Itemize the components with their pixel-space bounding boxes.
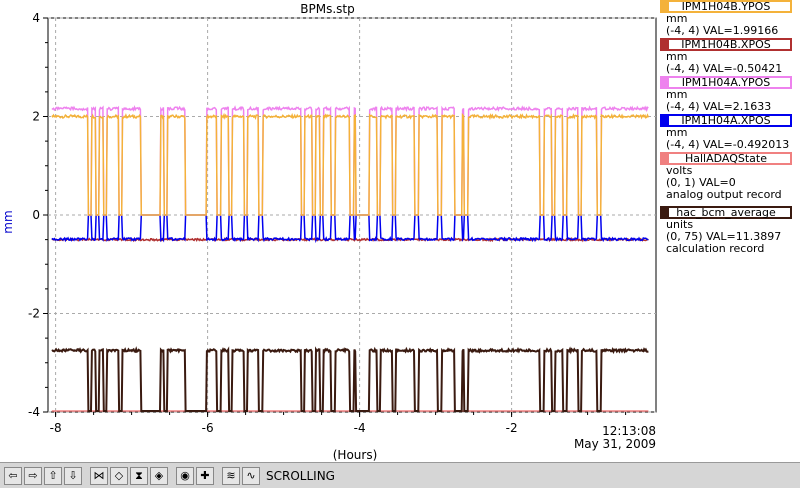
- legend-button[interactable]: hac_bcm_average: [660, 206, 792, 219]
- x-tick-label: -2: [506, 421, 518, 435]
- legend-range-val: (-4, 4) VAL=1.99166: [666, 24, 779, 37]
- legend-name: HallADAQState: [684, 152, 768, 165]
- legend-range-val: (-4, 4) VAL=2.1633: [666, 100, 772, 113]
- legend-entry: IPM1H04B.XPOS mm (-4, 4) VAL=-0.50421: [660, 38, 792, 75]
- legend-entry: IPM1H04A.XPOS mm (-4, 4) VAL=-0.492013: [660, 114, 792, 151]
- x-tick-label: -6: [202, 421, 214, 435]
- zoom-in-y-button[interactable]: ⧗: [130, 466, 148, 485]
- legend-swatch: [662, 116, 669, 125]
- legend-button[interactable]: HallADAQState: [660, 152, 792, 165]
- legend-button[interactable]: IPM1H04A.YPOS: [660, 76, 792, 89]
- x-axis-label: (Hours): [332, 448, 378, 462]
- legend-name: hac_bcm_average: [676, 206, 776, 219]
- legend-name: IPM1H04A.XPOS: [681, 114, 771, 127]
- legend-button[interactable]: IPM1H04A.XPOS: [660, 114, 792, 127]
- legend-extra: analog output record: [666, 188, 782, 201]
- scroll-up-button[interactable]: ⇧: [44, 466, 62, 485]
- legend-button[interactable]: IPM1H04B.XPOS: [660, 38, 792, 51]
- x-tick-label: -4: [354, 421, 366, 435]
- legend-entry: IPM1H04B.YPOS mm (-4, 4) VAL=1.99166: [660, 0, 792, 37]
- legend-swatch: [662, 2, 669, 11]
- legend-entry: hac_bcm_average units (0, 75) VAL=11.3897 c…: [660, 206, 792, 255]
- add-button[interactable]: ✚: [196, 466, 214, 485]
- scroll-left-button[interactable]: ⇦: [4, 466, 22, 485]
- scroll-down-button[interactable]: ⇩: [64, 466, 82, 485]
- zoom-out-x-button[interactable]: ◇: [110, 466, 128, 485]
- strip-chart[interactable]: 420-2-4-8 -6 -4 -2mm: [0, 0, 660, 462]
- y-tick-label: 2: [32, 110, 40, 124]
- zoom-in-x-button[interactable]: ⋈: [90, 466, 108, 485]
- x-tick-label: -8: [50, 421, 62, 435]
- reset-button[interactable]: ◉: [176, 466, 194, 485]
- legend-range-val: (-4, 4) VAL=-0.50421: [666, 62, 783, 75]
- sparkline-button[interactable]: ∿: [242, 466, 260, 485]
- legend-swatch: [662, 208, 669, 217]
- scrolling-mode-label: SCROLLING: [266, 468, 335, 483]
- time-stamp: 12:13:08: [602, 424, 656, 438]
- y-tick-label: -2: [28, 307, 40, 321]
- legend-name: IPM1H04A.YPOS: [681, 76, 771, 89]
- y-tick-label: 0: [32, 208, 40, 222]
- toolbar: ⇦ ⇨ ⇧ ⇩ ⋈ ◇ ⧗ ◈ ◉ ✚ ≋ ∿ SCROLLING: [0, 462, 800, 488]
- legend-extra: calculation record: [666, 242, 765, 255]
- legend-button[interactable]: IPM1H04B.YPOS: [660, 0, 792, 13]
- legend-entry: HallADAQState volts (0, 1) VAL=0 analog out…: [660, 152, 792, 201]
- legend-name: IPM1H04B.XPOS: [681, 38, 771, 51]
- y-axis-label: mm: [1, 210, 15, 233]
- legend-entry: IPM1H04A.YPOS mm (-4, 4) VAL=2.1633: [660, 76, 792, 113]
- autoscale-button[interactable]: ≋: [222, 466, 240, 485]
- legend-range-val: (-4, 4) VAL=-0.492013: [666, 138, 790, 151]
- scroll-right-button[interactable]: ⇨: [24, 466, 42, 485]
- y-tick-label: -4: [28, 405, 40, 419]
- date-stamp: May 31, 2009: [573, 437, 656, 451]
- legend-name: IPM1H04B.YPOS: [681, 0, 771, 13]
- zoom-out-y-button[interactable]: ◈: [150, 466, 168, 485]
- legend-swatch: [662, 154, 669, 163]
- chart-title: BPMs.stp: [300, 2, 355, 16]
- legend-swatch: [662, 40, 669, 49]
- legend-swatch: [662, 78, 669, 87]
